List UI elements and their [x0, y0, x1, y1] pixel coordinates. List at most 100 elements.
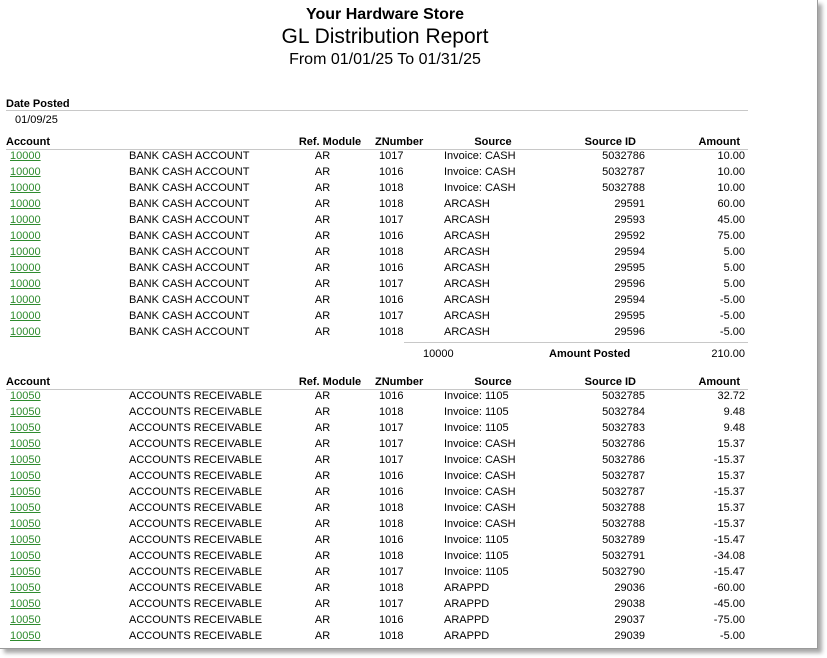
- table-row: 10000 BANK CASH ACCOUNT AR 1018 ARCASH 29596 -…: [0, 325, 760, 341]
- ref-module: AR: [314, 390, 331, 402]
- source: ARCASH: [444, 326, 490, 338]
- amount: -45.00: [713, 598, 745, 610]
- source-id: 29594: [614, 294, 645, 306]
- account-link[interactable]: 10000: [10, 214, 41, 226]
- table-row: 10050 ACCOUNTS RECEIVABLE AR 1016 Invoice: 1…: [0, 389, 760, 405]
- account-name: ACCOUNTS RECEIVABLE: [129, 550, 263, 562]
- table-row: 10000 BANK CASH ACCOUNT AR 1018 ARCASH 29591 6…: [0, 197, 760, 213]
- znumber: 1016: [379, 470, 404, 482]
- source-id: 5032787: [602, 470, 645, 482]
- account-link[interactable]: 10000: [10, 230, 41, 242]
- amount: 10.00: [717, 150, 745, 162]
- header-amount: Amount: [698, 136, 740, 148]
- source: Invoice: CASH: [444, 182, 516, 194]
- account-name: BANK CASH ACCOUNT: [129, 246, 250, 258]
- znumber: 1016: [379, 262, 404, 274]
- account-link[interactable]: 10050: [10, 614, 41, 626]
- znumber: 1018: [379, 406, 404, 418]
- ref-module: AR: [314, 630, 331, 642]
- ref-module: AR: [314, 614, 331, 626]
- znumber: 1017: [379, 566, 404, 578]
- account-name: BANK CASH ACCOUNT: [129, 198, 250, 210]
- account-link[interactable]: 10050: [10, 422, 41, 434]
- ref-module: AR: [314, 582, 331, 594]
- source-id: 5032791: [602, 550, 645, 562]
- ref-module: AR: [314, 454, 331, 466]
- source-id: 5032788: [602, 502, 645, 514]
- account-link[interactable]: 10000: [10, 198, 41, 210]
- account-link[interactable]: 10050: [10, 550, 41, 562]
- table-row: 10050 ACCOUNTS RECEIVABLE AR 1018 Invoice: C…: [0, 501, 760, 517]
- amount: 60.00: [717, 198, 745, 210]
- header-znumber: ZNumber: [375, 136, 424, 148]
- header-source: Source: [474, 136, 512, 148]
- source: Invoice: CASH: [444, 150, 516, 162]
- account-link[interactable]: 10050: [10, 438, 41, 450]
- account-link[interactable]: 10000: [10, 262, 41, 274]
- account-link[interactable]: 10000: [10, 166, 41, 178]
- znumber: 1017: [379, 150, 404, 162]
- account-link[interactable]: 10000: [10, 278, 41, 290]
- source-id: 29595: [614, 310, 645, 322]
- account-link[interactable]: 10000: [10, 310, 41, 322]
- account-link[interactable]: 10000: [10, 150, 41, 162]
- header-source: Source: [474, 376, 512, 388]
- source-id: 5032789: [602, 534, 645, 546]
- source-id: 5032787: [602, 486, 645, 498]
- account-link[interactable]: 10050: [10, 406, 41, 418]
- ref-module: AR: [314, 278, 331, 290]
- znumber: 1017: [379, 422, 404, 434]
- source: Invoice: 1105: [444, 422, 509, 434]
- account-name: ACCOUNTS RECEIVABLE: [129, 582, 263, 594]
- source: ARCASH: [444, 278, 490, 290]
- source: Invoice: CASH: [444, 518, 516, 530]
- account-link[interactable]: 10050: [10, 582, 41, 594]
- ref-module: AR: [314, 230, 331, 242]
- header-znumber: ZNumber: [375, 376, 424, 388]
- account-link[interactable]: 10050: [10, 566, 41, 578]
- amount: 9.48: [723, 406, 745, 418]
- znumber: 1017: [379, 278, 404, 290]
- table-row: 10000 BANK CASH ACCOUNT AR 1017 ARCASH 29596 5…: [0, 277, 760, 293]
- account-link[interactable]: 10050: [10, 486, 41, 498]
- account-name: ACCOUNTS RECEIVABLE: [129, 390, 263, 402]
- amount: 5.00: [723, 278, 745, 290]
- account-link[interactable]: 10050: [10, 454, 41, 466]
- amount: 5.00: [723, 246, 745, 258]
- amount: -60.00: [713, 582, 745, 594]
- report-date-range: From 01/01/25 To 01/31/25: [289, 51, 481, 68]
- account-name: BANK CASH ACCOUNT: [129, 294, 250, 306]
- znumber: 1016: [379, 230, 404, 242]
- account-link[interactable]: 10050: [10, 390, 41, 402]
- account-link[interactable]: 10050: [10, 470, 41, 482]
- table-row: 10000 BANK CASH ACCOUNT AR 1017 ARCASH 29595 -…: [0, 309, 760, 325]
- account-link[interactable]: 10050: [10, 534, 41, 546]
- account-link[interactable]: 10050: [10, 518, 41, 530]
- source-id: 29595: [614, 262, 645, 274]
- divider: [6, 110, 748, 111]
- source-id: 5032788: [602, 518, 645, 530]
- account-link[interactable]: 10000: [10, 246, 41, 258]
- header-account: Account: [6, 136, 50, 148]
- ref-module: AR: [314, 262, 331, 274]
- source: ARCASH: [444, 230, 490, 242]
- source-id: 29596: [614, 278, 645, 290]
- znumber: 1018: [379, 246, 404, 258]
- account-link[interactable]: 10050: [10, 502, 41, 514]
- account-link[interactable]: 10000: [10, 326, 41, 338]
- account-name: BANK CASH ACCOUNT: [129, 278, 250, 290]
- account-link[interactable]: 10000: [10, 182, 41, 194]
- account-name: BANK CASH ACCOUNT: [129, 182, 250, 194]
- source: ARAPPD: [444, 598, 490, 610]
- ref-module: AR: [314, 534, 331, 546]
- column-header-row: Account Ref. Module ZNumber Source Sourc…: [0, 375, 760, 390]
- date-posted-value: 01/09/25: [15, 114, 58, 126]
- account-name: BANK CASH ACCOUNT: [129, 166, 250, 178]
- source: Invoice: 1105: [444, 550, 509, 562]
- report-page: Your Hardware Store GL Distribution Repo…: [0, 0, 818, 649]
- account-link[interactable]: 10050: [10, 598, 41, 610]
- account-link[interactable]: 10050: [10, 630, 41, 642]
- source: ARCASH: [444, 198, 490, 210]
- table-row: 10000 BANK CASH ACCOUNT AR 1017 ARCASH 29593 4…: [0, 213, 760, 229]
- account-link[interactable]: 10000: [10, 294, 41, 306]
